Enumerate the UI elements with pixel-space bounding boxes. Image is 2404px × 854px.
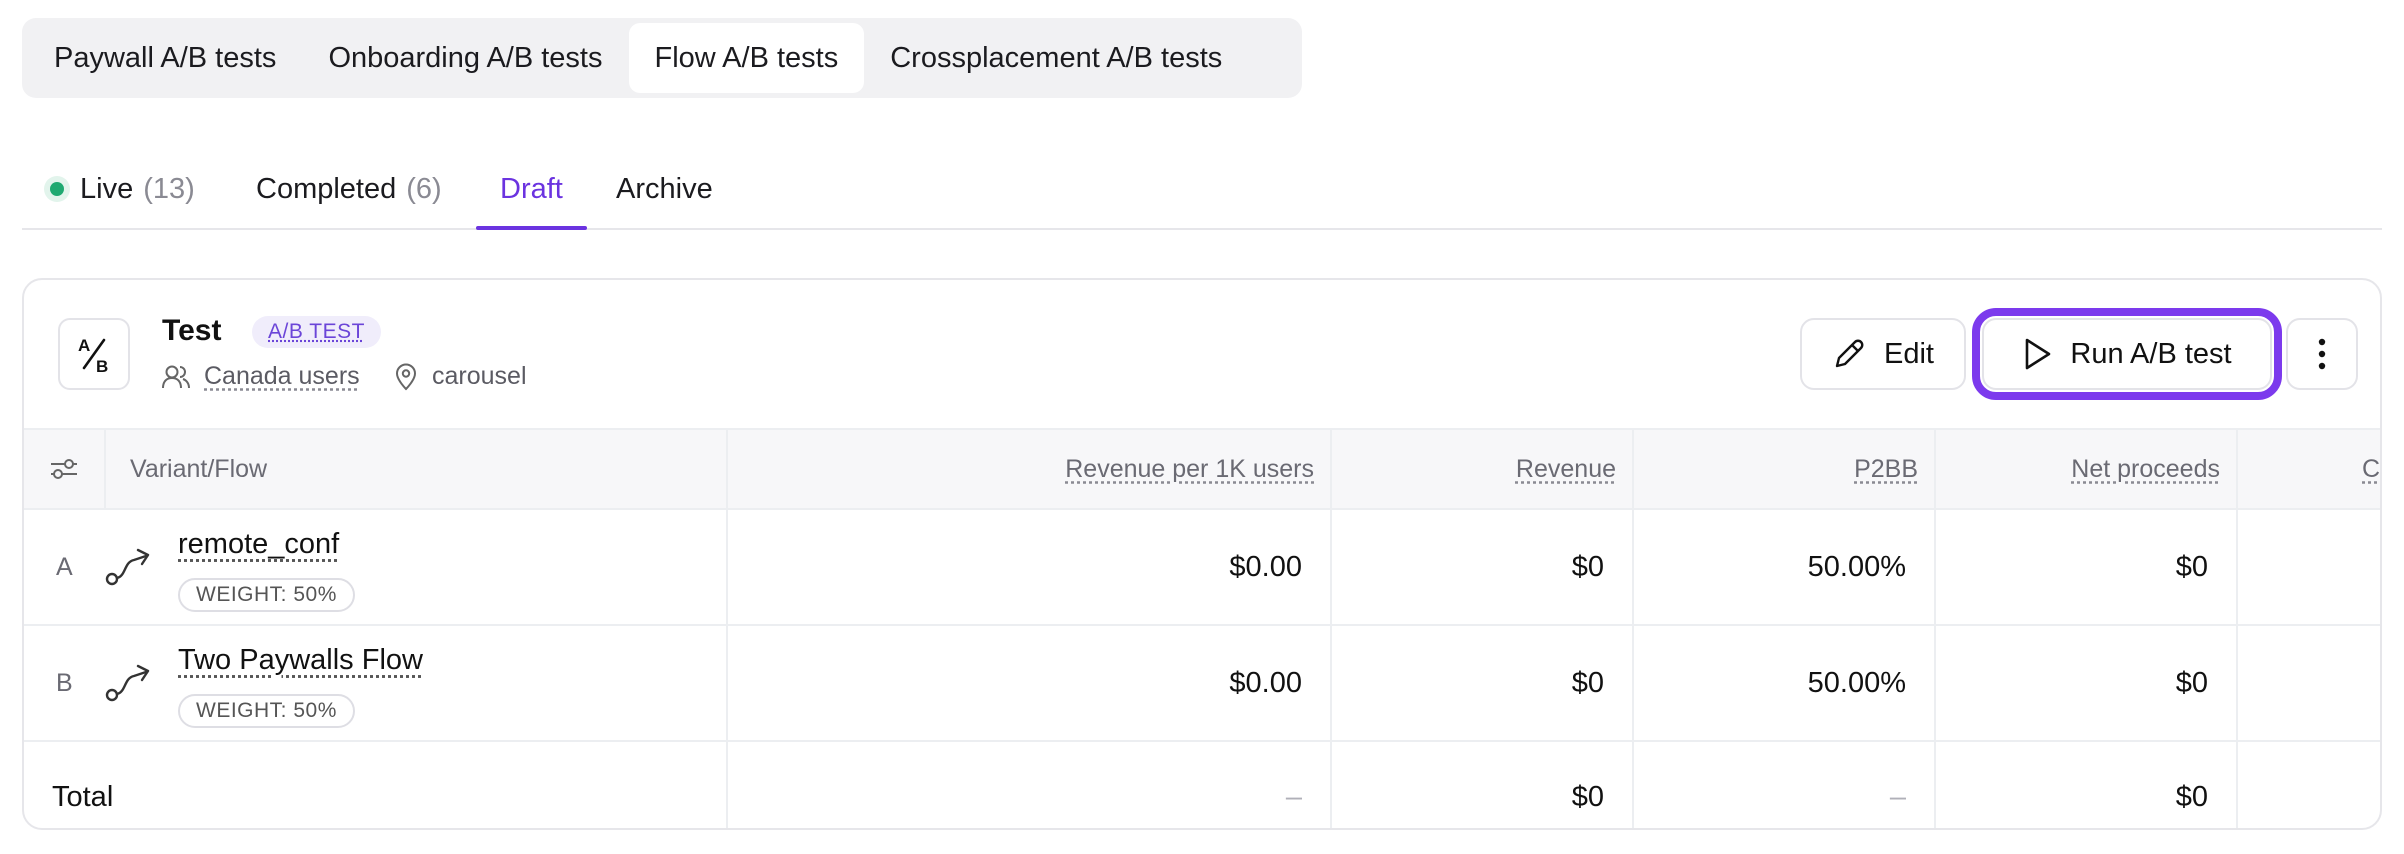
cell-cr bbox=[2236, 510, 2380, 624]
tab-crossplacement-ab-tests[interactable]: Crossplacement A/B tests bbox=[864, 23, 1248, 93]
cell-cr bbox=[2236, 626, 2380, 740]
header-revenue-label: Revenue bbox=[1515, 454, 1616, 483]
test-title: Test bbox=[162, 314, 222, 347]
run-ab-test-button[interactable]: Run A/B test bbox=[1972, 308, 2282, 400]
tab-live-count: (13) bbox=[143, 172, 195, 205]
table-row[interactable]: A remote_conf WEIGHT: 50% $0.00 $0 50.00… bbox=[24, 508, 2380, 624]
ab-test-icon: A B bbox=[58, 318, 130, 390]
ab-icon-bottom-letter: B bbox=[96, 357, 108, 376]
header-net-proceeds-label: Net proceeds bbox=[2071, 454, 2220, 483]
variant-letter: B bbox=[56, 668, 73, 697]
location-pin-icon bbox=[395, 363, 417, 390]
flow-icon bbox=[105, 548, 150, 586]
tab-completed[interactable]: Completed (6) bbox=[256, 150, 442, 228]
header-net-proceeds[interactable]: Net proceeds bbox=[1934, 430, 2236, 508]
tab-completed-label: Completed bbox=[256, 172, 397, 205]
column-settings-button[interactable] bbox=[24, 430, 104, 508]
total-revenue-per-1k: – bbox=[726, 742, 1330, 828]
total-label: Total bbox=[52, 780, 114, 813]
table-total-row: Total – $0 – $0 bbox=[24, 740, 2380, 828]
ab-tests-page: Paywall A/B tests Onboarding A/B tests F… bbox=[0, 0, 2404, 854]
table-header-row: Variant/Flow Revenue per 1K users Revenu… bbox=[24, 428, 2380, 508]
variants-table: Variant/Flow Revenue per 1K users Revenu… bbox=[24, 428, 2380, 828]
header-cr-label: CR bbox=[2362, 454, 2381, 483]
weight-badge: WEIGHT: 50% bbox=[178, 694, 355, 728]
more-vertical-icon bbox=[2318, 338, 2326, 370]
ab-test-card: A B Test A/B TEST Canada users carousel … bbox=[22, 278, 2382, 830]
edit-button-label: Edit bbox=[1884, 337, 1934, 370]
total-cr bbox=[2236, 742, 2380, 828]
cell-net-proceeds: $0 bbox=[1934, 510, 2236, 624]
variant-flow-link[interactable]: remote_conf bbox=[178, 528, 339, 561]
placement-label: carousel bbox=[432, 362, 527, 390]
play-icon bbox=[2026, 338, 2051, 370]
variant-flow-link[interactable]: Two Paywalls Flow bbox=[178, 644, 423, 677]
cell-revenue-per-1k: $0.00 bbox=[1229, 666, 1302, 699]
live-status-dot bbox=[50, 182, 64, 196]
header-cr[interactable]: CR bbox=[2236, 430, 2381, 508]
header-variant-flow: Variant/Flow bbox=[104, 430, 726, 508]
tab-live-label: Live bbox=[80, 172, 134, 205]
cell-p2bb: 50.00% bbox=[1632, 510, 1934, 624]
cell-revenue-per-1k: $0.00 bbox=[1229, 550, 1302, 583]
tab-onboarding-ab-tests[interactable]: Onboarding A/B tests bbox=[302, 23, 628, 93]
header-p2bb[interactable]: P2BB bbox=[1632, 430, 1934, 508]
test-type-tabs: Paywall A/B tests Onboarding A/B tests F… bbox=[22, 18, 1302, 98]
weight-badge: WEIGHT: 50% bbox=[178, 578, 355, 612]
tab-completed-count: (6) bbox=[406, 172, 442, 205]
audience-meta[interactable]: Canada users bbox=[162, 362, 360, 391]
users-icon bbox=[162, 365, 190, 388]
sliders-icon bbox=[51, 459, 77, 479]
tab-draft[interactable]: Draft bbox=[476, 150, 587, 230]
tab-live[interactable]: Live (13) bbox=[50, 150, 195, 228]
cell-net-proceeds: $0 bbox=[1934, 626, 2236, 740]
flow-icon bbox=[105, 664, 150, 702]
cell-p2bb: 50.00% bbox=[1632, 626, 1934, 740]
ab-icon-top-letter: A bbox=[78, 336, 90, 355]
tab-paywall-ab-tests[interactable]: Paywall A/B tests bbox=[28, 23, 302, 93]
cell-revenue: $0 bbox=[1330, 626, 1632, 740]
tab-flow-ab-tests[interactable]: Flow A/B tests bbox=[628, 23, 865, 93]
placement-meta: carousel bbox=[394, 362, 527, 391]
cell-revenue: $0 bbox=[1330, 510, 1632, 624]
variant-letter: A bbox=[56, 552, 73, 581]
edit-button[interactable]: Edit bbox=[1800, 318, 1966, 390]
header-revenue[interactable]: Revenue bbox=[1330, 430, 1632, 508]
table-row[interactable]: B Two Paywalls Flow WEIGHT: 50% $0.00 $0… bbox=[24, 624, 2380, 740]
total-revenue: $0 bbox=[1330, 742, 1632, 828]
audience-link[interactable]: Canada users bbox=[204, 362, 360, 391]
run-ab-test-label: Run A/B test bbox=[2070, 337, 2232, 370]
tab-draft-label: Draft bbox=[500, 172, 563, 205]
more-options-button[interactable] bbox=[2286, 318, 2358, 390]
header-revenue-per-1k[interactable]: Revenue per 1K users bbox=[726, 430, 1330, 508]
status-tabs: Live (13) Completed (6) Draft Archive bbox=[22, 150, 2382, 230]
tab-archive[interactable]: Archive bbox=[616, 150, 713, 228]
header-revenue-per-1k-label: Revenue per 1K users bbox=[1065, 454, 1314, 483]
card-header: A B Test A/B TEST Canada users carousel … bbox=[24, 280, 2380, 430]
total-net-proceeds: $0 bbox=[1934, 742, 2236, 828]
pencil-icon bbox=[1835, 339, 1864, 368]
ab-test-tag[interactable]: A/B TEST bbox=[252, 316, 381, 348]
total-p2bb: – bbox=[1632, 742, 1934, 828]
tab-archive-label: Archive bbox=[616, 172, 713, 205]
header-p2bb-label: P2BB bbox=[1854, 454, 1918, 483]
